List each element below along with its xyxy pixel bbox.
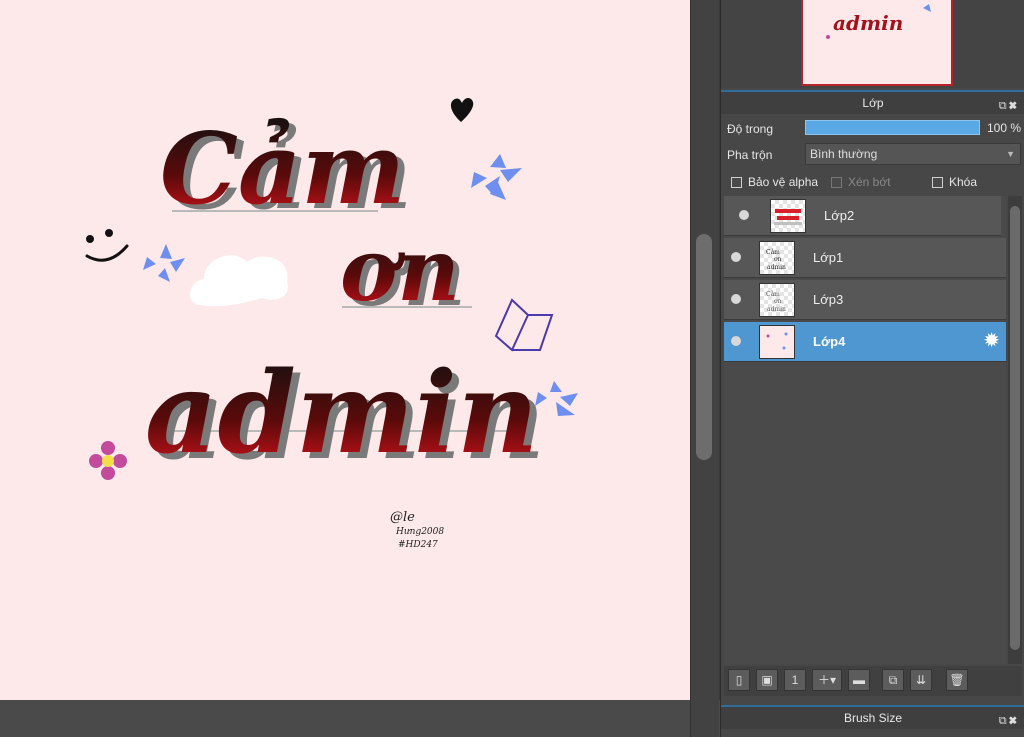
book-doodle — [494, 298, 554, 352]
layer-list-scrollbar[interactable] — [1008, 196, 1022, 664]
close-icon[interactable]: ✖ — [1009, 100, 1019, 112]
protect-alpha-checkbox[interactable]: Bảo vệ alpha — [731, 175, 818, 189]
smiley-doodle — [85, 229, 129, 262]
heart-doodle — [450, 97, 474, 122]
new-folder-icon[interactable]: ▬ — [848, 669, 870, 691]
layer-row[interactable]: Lớp2 — [724, 196, 1001, 236]
layer-thumbnail: Cảm ơn admin — [759, 283, 795, 317]
svg-text:ơn: ơn — [774, 298, 782, 305]
add-layer-menu-icon[interactable]: ＋▾ — [812, 669, 842, 691]
right-panel: admin Lớp ⧉✖ Độ trong 100 % Pha trộn Bìn… — [720, 0, 1024, 737]
svg-text:ơn: ơn — [774, 256, 782, 263]
brush-size-panel-header: Brush Size ⧉✖ — [721, 707, 1024, 729]
layer-thumbnail — [759, 325, 795, 359]
popout-icon[interactable]: ⧉ — [999, 715, 1009, 727]
eye-icon[interactable] — [731, 336, 741, 346]
opacity-slider[interactable] — [805, 120, 980, 135]
lettering-2: ơn — [340, 220, 460, 321]
opacity-label: Độ trong — [727, 122, 774, 136]
svg-text:admin: admin — [767, 264, 786, 271]
layer-thumbnail: Cảm ơn admin — [759, 241, 795, 275]
layer-row[interactable]: Cảm ơn admin Lớp1 — [724, 238, 1006, 278]
cloud-doodle — [189, 255, 288, 307]
lock-label: Khóa — [949, 175, 978, 189]
caret-down-icon: ▼ — [1006, 149, 1015, 159]
layer-thumbnail — [770, 199, 806, 233]
navigator-panel: admin — [721, 0, 1024, 88]
eye-icon[interactable] — [739, 210, 749, 220]
layer-toolbar: ▯ ▣ 1 ＋▾ ▬ ⧉ ⇊ 🗑 — [724, 666, 1022, 696]
eye-icon[interactable] — [731, 252, 741, 262]
close-icon[interactable]: ✖ — [1009, 715, 1019, 727]
layer-name: Lớp2 — [824, 208, 855, 223]
blue-flower-1 — [471, 154, 522, 200]
layer-scroll-thumb[interactable] — [1010, 206, 1020, 650]
blend-mode-value: Bình thường — [810, 147, 878, 161]
protect-alpha-label: Bảo vệ alpha — [748, 175, 819, 189]
layer-row-selected[interactable]: Lớp4 ✹ — [724, 322, 1006, 362]
layer-row[interactable]: Cảm ơn admin Lớp3 — [724, 280, 1006, 320]
layer-name: Lớp4 — [813, 334, 846, 349]
navigator-preview[interactable]: admin — [801, 0, 953, 86]
new-layer-copy-icon[interactable]: ▣ — [756, 669, 778, 691]
layer-panel-header: Lớp ⧉✖ — [721, 92, 1024, 114]
signature-line-1: @le — [390, 510, 415, 525]
lettering-3: admin — [145, 348, 538, 479]
gear-icon[interactable]: ✹ — [983, 330, 1000, 352]
drawing-canvas[interactable]: Cảm Cảm ơn ơn admin admin @le Hưng2008 #… — [0, 0, 690, 700]
eye-icon[interactable] — [731, 294, 741, 304]
brush-size-title: Brush Size — [843, 711, 903, 725]
clipping-label: Xén bớt — [848, 175, 891, 189]
layer-name: Lớp3 — [813, 292, 844, 307]
blend-label: Pha trộn — [727, 148, 773, 162]
new-layer-icon[interactable]: ▯ — [728, 669, 750, 691]
svg-text:admin: admin — [767, 306, 786, 313]
canvas-bottom-bar — [0, 700, 720, 737]
blend-mode-select[interactable]: Bình thường ▼ — [805, 143, 1021, 165]
canvas-scroll-thumb[interactable] — [696, 234, 712, 460]
clipping-checkbox: Xén bớt — [831, 175, 891, 189]
signature-line-2: Hưng2008 — [395, 527, 444, 537]
layer-name: Lớp1 — [813, 250, 844, 265]
popout-icon[interactable]: ⧉ — [999, 100, 1009, 112]
preview-lettering: admin — [833, 11, 903, 35]
new-1bit-layer-icon[interactable]: 1 — [784, 669, 806, 691]
duplicate-layer-icon[interactable]: ⧉ — [882, 669, 904, 691]
lettering-1: Cảm — [160, 112, 405, 227]
lock-checkbox[interactable]: Khóa — [932, 175, 977, 189]
blue-flower-2 — [143, 244, 185, 282]
pink-flower-doodle — [89, 441, 127, 480]
svg-text:Cảm: Cảm — [766, 249, 780, 256]
artwork: Cảm Cảm ơn ơn admin admin @le Hưng2008 #… — [85, 97, 578, 550]
merge-layer-icon[interactable]: ⇊ — [910, 669, 932, 691]
opacity-value: 100 % — [987, 121, 1022, 135]
signature-line-3: #HD247 — [398, 540, 438, 550]
layer-list: Lớp2 Cảm ơn admin Lớp1 Cảm ơn admin Lớp3 Lớp… — [724, 196, 1006, 664]
trash-icon[interactable]: 🗑 — [946, 669, 968, 691]
svg-text:Cảm: Cảm — [766, 291, 780, 298]
layer-panel-title: Lớp — [862, 96, 884, 110]
